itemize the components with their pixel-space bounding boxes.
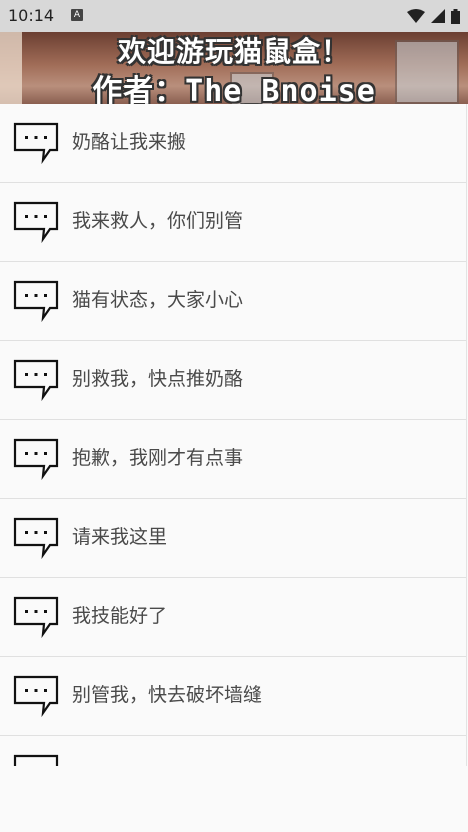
list-item[interactable]: 别管我，快去破坏墙缝 bbox=[0, 657, 466, 736]
list-item[interactable]: 猫有状态，大家小心 bbox=[0, 262, 466, 341]
banner-author: 作者：The_Bnoise bbox=[92, 74, 376, 104]
list-item-label: 奶酪让我来搬 bbox=[72, 131, 187, 153]
list-item[interactable]: 奶酪让我来搬 bbox=[0, 104, 466, 183]
list-item-label: 别管我，快去破坏墙缝 bbox=[72, 684, 263, 706]
list-item-label: 请来我这里 bbox=[72, 526, 168, 548]
chat-bubble-icon bbox=[13, 359, 59, 401]
list-item[interactable]: 请来我这里 bbox=[0, 499, 466, 578]
chat-bubble-icon bbox=[13, 517, 59, 559]
phrase-list[interactable]: 奶酪让我来搬我来救人，你们别管 猫有状态，大家小心 别救我，快点推奶酪 抱歉，我刚才有… bbox=[0, 104, 467, 766]
notification-icon: A bbox=[71, 9, 83, 21]
chat-bubble-icon bbox=[13, 675, 59, 717]
wifi-icon bbox=[407, 9, 425, 23]
banner-title: 欢迎游玩猫鼠盒！ bbox=[117, 35, 350, 68]
list-item[interactable]: 抱歉，我刚才有点事 bbox=[0, 420, 466, 499]
list-item-label: 猫有状态，大家小心 bbox=[72, 289, 244, 311]
status-bar: 10:14 A bbox=[0, 0, 468, 32]
bottom-area bbox=[0, 766, 468, 832]
list-item[interactable] bbox=[0, 736, 466, 766]
chat-bubble-icon bbox=[13, 201, 59, 243]
chat-bubble-icon bbox=[13, 754, 59, 766]
battery-icon bbox=[451, 8, 460, 24]
chat-bubble-icon bbox=[13, 280, 59, 322]
list-item-label: 我技能好了 bbox=[72, 605, 168, 627]
signal-icon bbox=[431, 9, 445, 23]
chat-bubble-icon bbox=[13, 596, 59, 638]
chat-bubble-icon bbox=[13, 438, 59, 480]
status-time: 10:14 bbox=[8, 6, 55, 25]
chat-bubble-icon bbox=[13, 122, 59, 164]
welcome-banner: 欢迎游玩猫鼠盒！ 作者：The_Bnoise bbox=[0, 32, 468, 104]
status-icons bbox=[407, 8, 460, 24]
list-item-label: 抱歉，我刚才有点事 bbox=[72, 447, 244, 469]
list-item-label: 我来救人，你们别管 bbox=[72, 210, 244, 232]
list-item-label: 别救我，快点推奶酪 bbox=[72, 368, 244, 390]
list-item[interactable]: 我来救人，你们别管 bbox=[0, 183, 466, 262]
list-item[interactable]: 别救我，快点推奶酪 bbox=[0, 341, 466, 420]
list-item[interactable]: 我技能好了 bbox=[0, 578, 466, 657]
